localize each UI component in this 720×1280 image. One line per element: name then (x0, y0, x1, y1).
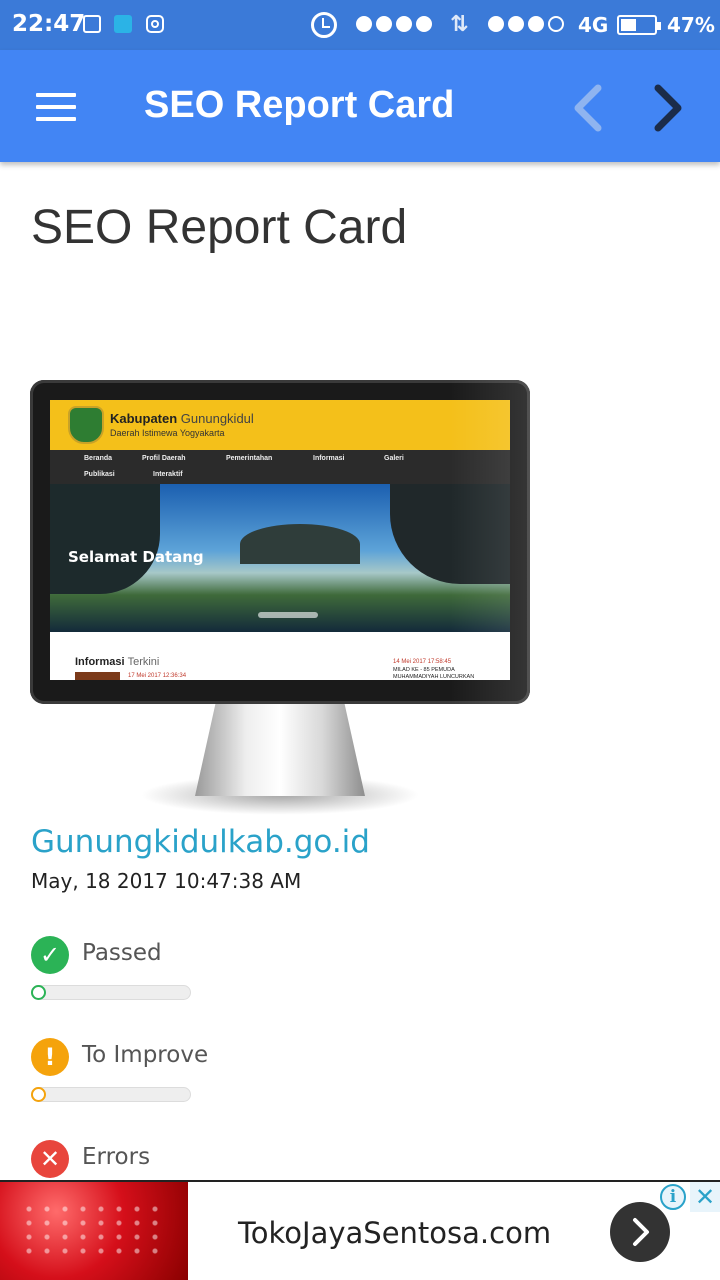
site-news-date: 14 Mei 2017 17:58:45 (393, 659, 452, 665)
site-nav-item: Pemerintahan (226, 455, 273, 462)
chevron-left-icon[interactable] (566, 80, 616, 136)
status-bar: 22:47 ⇅ 4G 47% (0, 0, 720, 50)
ad-info-icon[interactable]: i (660, 1184, 686, 1210)
metric-progress-bar (31, 985, 191, 1000)
metric-passed: ✓ Passed (31, 936, 431, 1006)
site-hero-image: Selamat Datang (50, 484, 510, 632)
status-time: 22:47 (12, 11, 86, 37)
website-screenshot: Kabupaten Gunungkidul Daerah Istimewa Yo… (50, 400, 510, 680)
ad-image[interactable] (0, 1182, 188, 1280)
chevron-right-icon[interactable] (642, 80, 692, 136)
site-info-heading: Informasi Terkini (75, 656, 160, 668)
site-header: Kabupaten Gunungkidul Daerah Istimewa Yo… (50, 400, 510, 450)
site-nav-item: Informasi (313, 455, 345, 462)
site-news-thumbnail (75, 672, 120, 680)
site-subtitle: Daerah Istimewa Yogyakarta (110, 428, 225, 438)
site-nav-item: Galeri (384, 455, 404, 462)
site-news-date: 17 Mei 2017 12:36:34 (128, 673, 187, 679)
instagram-notification-icon (146, 15, 164, 33)
signal-strength-secondary-icon (488, 16, 564, 32)
ad-go-button[interactable] (610, 1202, 670, 1262)
bbm-notification-icon (83, 15, 101, 33)
site-nav-item: Publikasi (84, 471, 115, 478)
cross-icon: ✕ (31, 1140, 69, 1178)
app-title: SEO Report Card (144, 84, 455, 126)
monitor-frame: Kabupaten Gunungkidul Daerah Istimewa Yo… (30, 380, 530, 704)
ad-banner[interactable]: TokoJayaSentosa.com i ✕ (0, 1180, 720, 1280)
metric-progress-bar (31, 1087, 191, 1102)
page-title: SEO Report Card (31, 201, 408, 254)
monitor-stand (195, 704, 365, 796)
exclamation-icon: ! (31, 1038, 69, 1076)
metric-label: Passed (82, 940, 162, 966)
site-hero-text: Selamat Datang (68, 548, 204, 566)
site-logo (68, 406, 104, 444)
alarm-icon (311, 12, 337, 38)
signal-strength-primary-icon (356, 16, 432, 32)
hamburger-menu-icon[interactable] (36, 93, 76, 121)
mi-notification-icon (114, 15, 132, 33)
battery-icon (617, 15, 661, 35)
network-type: 4G (578, 13, 609, 37)
ad-text[interactable]: TokoJayaSentosa.com (238, 1216, 551, 1250)
site-name: Kabupaten Gunungkidul (110, 411, 254, 426)
metric-label: To Improve (82, 1042, 209, 1068)
site-news-title: MILAD KE - 85 PEMUDA MUHAMMADIYAH LUNCUR… (393, 667, 475, 680)
website-preview-monitor: Kabupaten Gunungkidul Daerah Istimewa Yo… (30, 380, 530, 815)
check-icon: ✓ (31, 936, 69, 974)
data-transfer-icon: ⇅ (450, 12, 469, 37)
metric-to-improve: ! To Improve (31, 1038, 431, 1108)
metric-label: Errors (82, 1144, 151, 1170)
battery-percent: 47% (667, 13, 715, 37)
site-nav-item: Profil Daerah (142, 455, 186, 462)
ad-close-icon[interactable]: ✕ (690, 1182, 720, 1212)
domain-link[interactable]: Gunungkidulkab.go.id (31, 824, 370, 860)
site-nav-item: Interaktif (153, 471, 183, 478)
site-nav: Beranda Profil Daerah Pemerintahan Infor… (50, 450, 510, 484)
report-date: May, 18 2017 10:47:38 AM (31, 869, 302, 893)
app-bar: SEO Report Card (0, 50, 720, 162)
site-nav-item: Beranda (84, 455, 113, 462)
